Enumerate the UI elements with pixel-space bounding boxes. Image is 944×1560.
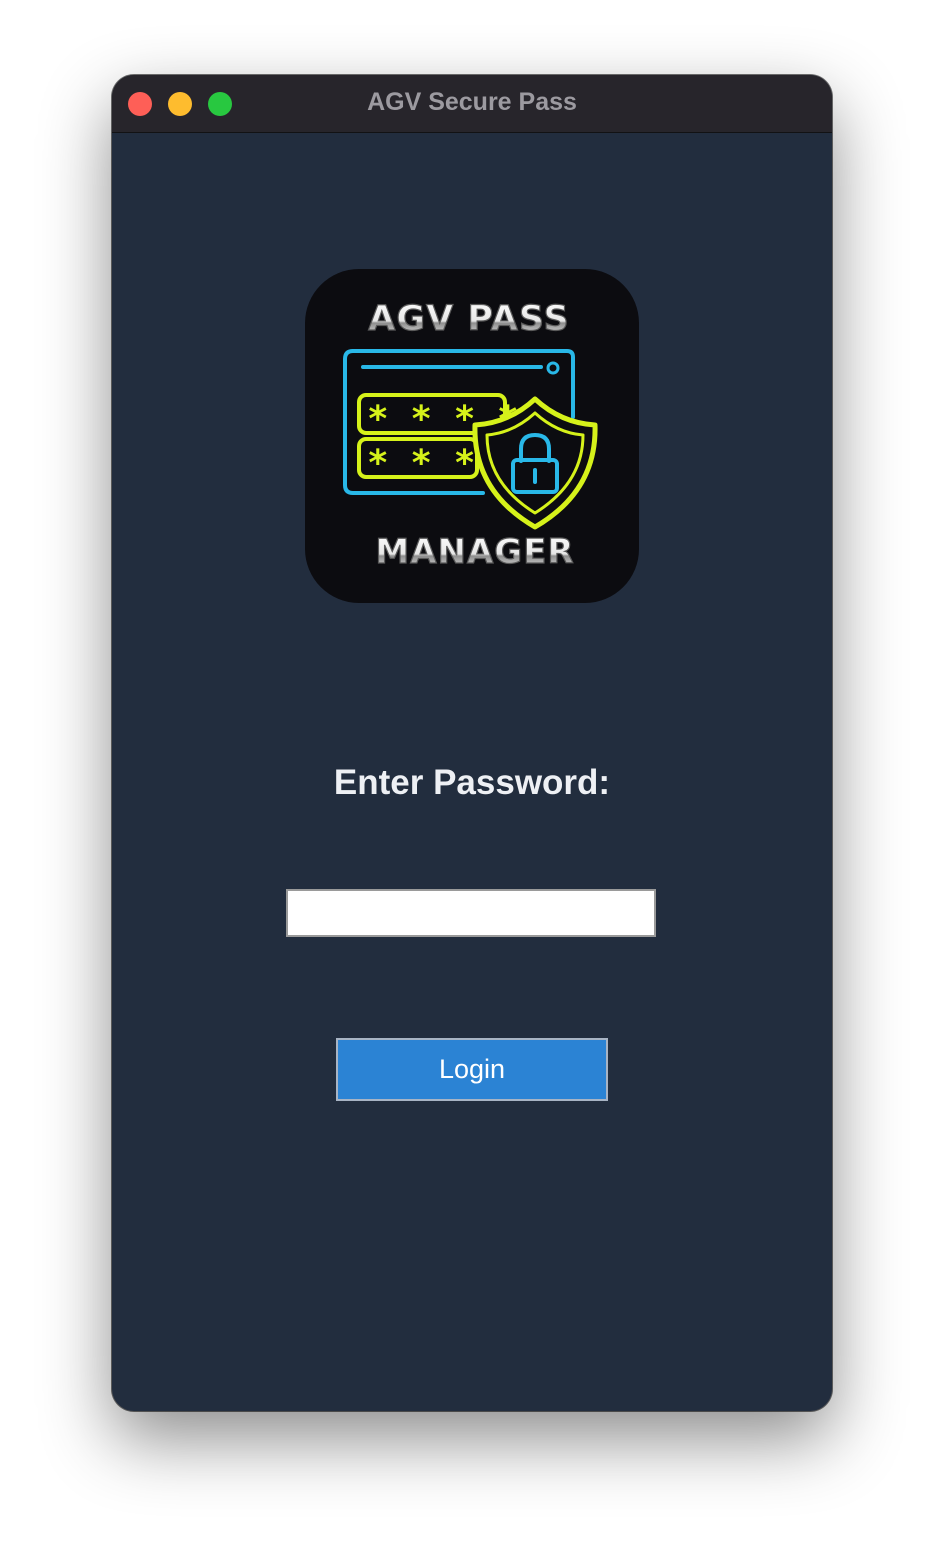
logo-mask-line-2: * * * <box>367 443 475 484</box>
window-title: AGV Secure Pass <box>367 88 577 116</box>
app-logo: AGV PASS * * * * * * * MANAGER <box>305 269 639 603</box>
login-button[interactable]: Login <box>336 1038 608 1101</box>
password-input[interactable] <box>286 889 656 937</box>
title-bar[interactable]: AGV Secure Pass <box>112 75 832 133</box>
logo-top-text: AGV PASS <box>368 299 569 339</box>
password-prompt-label: Enter Password: <box>333 763 611 802</box>
password-manager-logo-icon: AGV PASS * * * * * * * MANAGER <box>343 298 598 573</box>
app-window: AGV Secure Pass AGV PASS * * * * * * * M… <box>112 75 832 1411</box>
logo-bottom-text: MANAGER <box>375 532 574 572</box>
